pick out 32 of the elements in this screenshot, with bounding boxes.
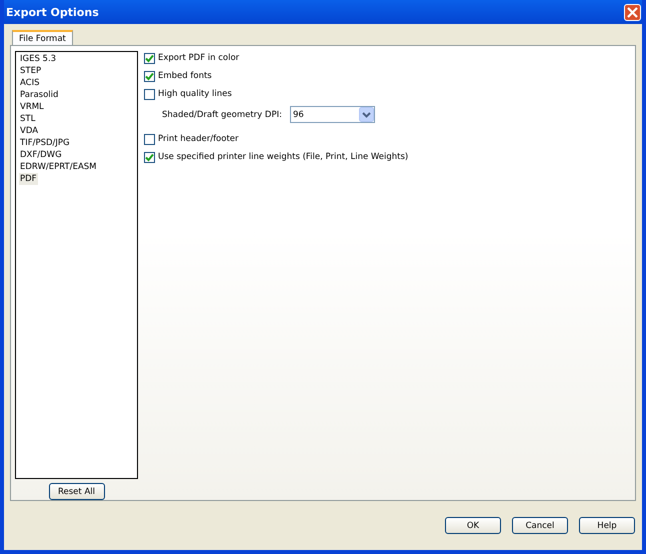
checkbox-label: Embed fonts [158, 71, 212, 81]
format-item[interactable]: ACIS [19, 77, 41, 89]
format-item[interactable]: Parasolid [19, 89, 60, 101]
format-item[interactable]: DXF/DWG [19, 149, 63, 161]
checkbox[interactable] [144, 134, 155, 144]
checkbox-label: Export PDF in color [158, 53, 240, 63]
checkbox-label: Use specified printer line weights (File, Print, Line Weights) [158, 152, 408, 162]
format-item[interactable]: EDRW/EPRT/EASM [19, 161, 98, 173]
dialog-button[interactable]: OK [445, 517, 501, 534]
close-button[interactable] [624, 4, 641, 20]
checkbox[interactable] [144, 88, 155, 100]
format-item[interactable]: VRML [19, 101, 45, 113]
format-item[interactable]: IGES 5.3 [19, 53, 58, 65]
format-item[interactable]: VDA [19, 125, 40, 137]
close-icon [627, 6, 638, 18]
format-item[interactable]: TIF/PSD/JPG [19, 137, 71, 149]
window-title: Export Options [5, 6, 99, 18]
reset-all-button[interactable]: Reset All [48, 483, 104, 500]
dialog-button[interactable]: Help [579, 517, 635, 534]
checkbox[interactable] [144, 152, 155, 162]
format-item[interactable]: STL [19, 113, 36, 125]
checkbox-label: Print header/footer [158, 134, 239, 144]
checkmark-icon [145, 152, 154, 162]
dpi-label: Shaded/Draft geometry DPI: [162, 110, 283, 120]
tab[interactable]: File Format [12, 30, 73, 45]
checkbox-label: High quality lines [158, 89, 232, 99]
checkbox[interactable] [144, 70, 155, 82]
format-item[interactable]: STEP [19, 65, 42, 77]
checkbox[interactable] [144, 52, 155, 64]
dialog-button[interactable]: Cancel [512, 517, 568, 534]
format-item[interactable]: PDF [19, 173, 38, 185]
dpi-dropdown[interactable]: 96 [290, 106, 375, 123]
